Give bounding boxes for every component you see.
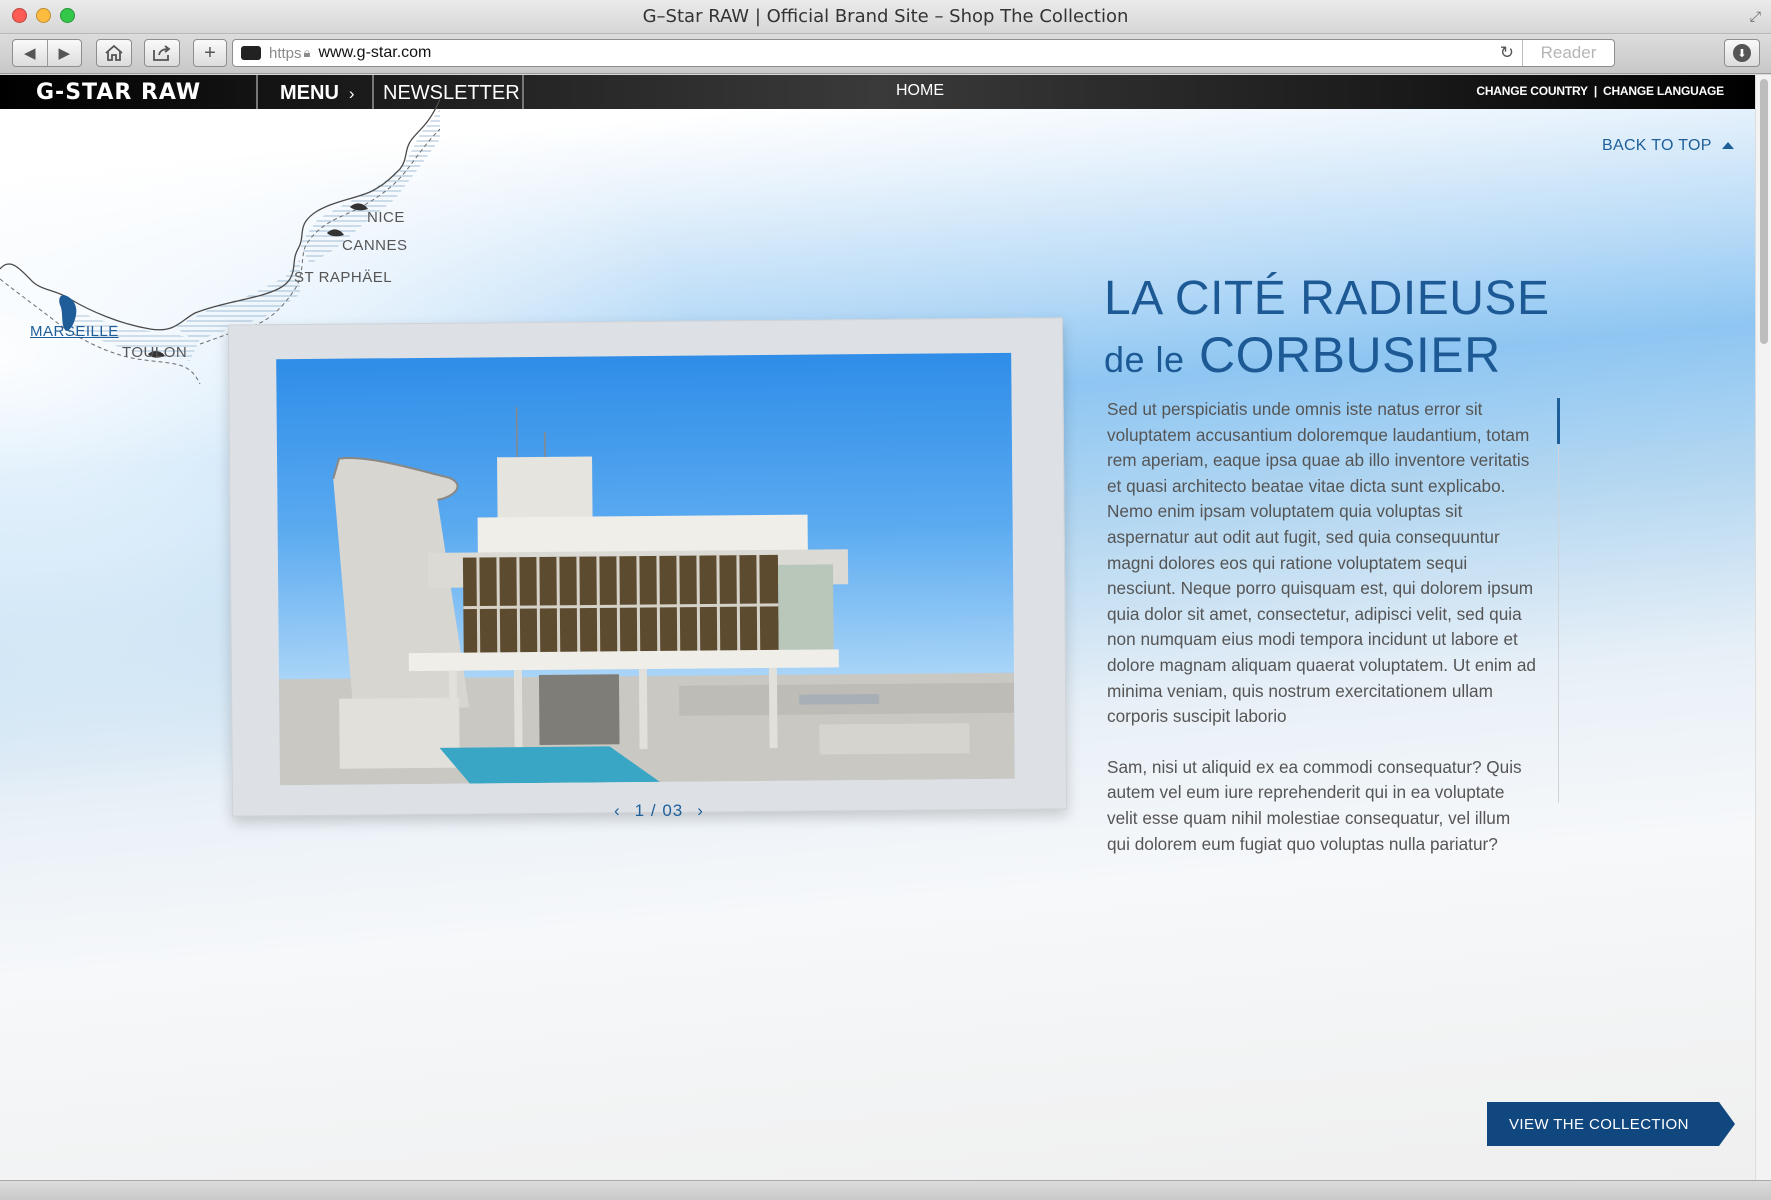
- article-title-line2: de le CORBUSIER: [1104, 327, 1549, 388]
- chevron-right-icon[interactable]: ›: [683, 801, 718, 821]
- reload-icon[interactable]: ↻: [1500, 43, 1514, 63]
- change-language-link[interactable]: CHANGE LANGUAGE: [1603, 84, 1724, 98]
- map-city-toulon[interactable]: TOULON: [122, 344, 187, 361]
- home-icon: [105, 45, 123, 61]
- slide-current: 1: [634, 801, 646, 820]
- window-titlebar: G–Star RAW | Official Brand Site – Shop …: [0, 0, 1771, 34]
- map-city-cannes[interactable]: CANNES: [342, 237, 408, 254]
- article-body: Sed ut perspiciatis unde omnis iste natu…: [1107, 397, 1537, 882]
- building-photo[interactable]: [276, 352, 1015, 786]
- forward-button[interactable]: ▶: [48, 44, 82, 62]
- view-collection-button[interactable]: VIEW THE COLLECTION: [1487, 1102, 1735, 1146]
- article-paragraph: Sam, nisi ut aliquid ex ea commodi conse…: [1107, 756, 1522, 854]
- scroll-track: [1558, 397, 1559, 803]
- downloads-button[interactable]: ⬇: [1724, 39, 1760, 67]
- article-title-prefix: de le: [1104, 339, 1185, 380]
- reader-button[interactable]: Reader: [1522, 40, 1614, 66]
- scrollbar-thumb[interactable]: [1760, 79, 1768, 344]
- home-button[interactable]: [96, 39, 132, 67]
- slide-separator: /: [650, 801, 657, 820]
- back-to-top-label: BACK TO TOP: [1602, 137, 1712, 154]
- chevron-left-icon[interactable]: ‹: [600, 801, 635, 821]
- lock-icon: 🔒︎: [303, 45, 311, 60]
- locale-links: CHANGE COUNTRY | CHANGE LANGUAGE: [1473, 84, 1727, 98]
- window-title: G–Star RAW | Official Brand Site – Shop …: [642, 6, 1129, 27]
- change-country-link[interactable]: CHANGE COUNTRY: [1476, 84, 1588, 98]
- back-to-top-link[interactable]: BACK TO TOP: [1602, 137, 1734, 155]
- site-favicon-icon: [241, 46, 261, 60]
- building-illustration: [278, 407, 1015, 786]
- slider-pagination: ‹ 1 / 03 ›: [600, 801, 718, 821]
- article-title: LA CITÉ RADIEUSE de le CORBUSIER: [1104, 271, 1549, 388]
- share-icon: [153, 45, 171, 61]
- article-title-main: CORBUSIER: [1198, 327, 1501, 383]
- web-page: G-STAR RAW MENU › NEWSLETTER HOME CHANGE …: [0, 75, 1755, 1180]
- map-city-nice[interactable]: NICE: [367, 209, 405, 226]
- back-button[interactable]: ◀: [13, 44, 47, 62]
- scroll-indicator[interactable]: [1557, 398, 1560, 444]
- locale-separator: |: [1593, 84, 1597, 98]
- browser-toolbar: ◀ ▶ + https 🔒︎ www.g-star.com ↻ Reader ⬇: [0, 34, 1771, 74]
- map-city-st-raphael[interactable]: ST RAPHÄEL: [294, 269, 392, 286]
- add-tab-button[interactable]: +: [193, 39, 227, 67]
- photo-card: [227, 317, 1068, 817]
- map-city-marseille[interactable]: MARSEILLE: [30, 323, 119, 340]
- url-text[interactable]: www.g-star.com: [318, 44, 1499, 62]
- home-link[interactable]: HOME: [896, 82, 944, 100]
- arrow-up-icon: [1721, 142, 1734, 150]
- url-scheme: https: [269, 44, 302, 62]
- slide-total: 03: [662, 801, 684, 820]
- page-scrollbar[interactable]: [1755, 75, 1771, 1180]
- nav-divider: [522, 75, 524, 109]
- article-title-line1: LA CITÉ RADIEUSE: [1104, 272, 1550, 325]
- address-bar[interactable]: https 🔒︎ www.g-star.com ↻ Reader: [232, 39, 1615, 67]
- share-button[interactable]: [144, 39, 180, 67]
- status-bar: [0, 1180, 1771, 1200]
- history-nav-group: ◀ ▶: [12, 39, 82, 67]
- fullscreen-icon[interactable]: ⤢: [1750, 8, 1761, 25]
- download-icon: ⬇: [1733, 44, 1751, 62]
- article-paragraph: Sed ut perspiciatis unde omnis iste natu…: [1107, 399, 1536, 727]
